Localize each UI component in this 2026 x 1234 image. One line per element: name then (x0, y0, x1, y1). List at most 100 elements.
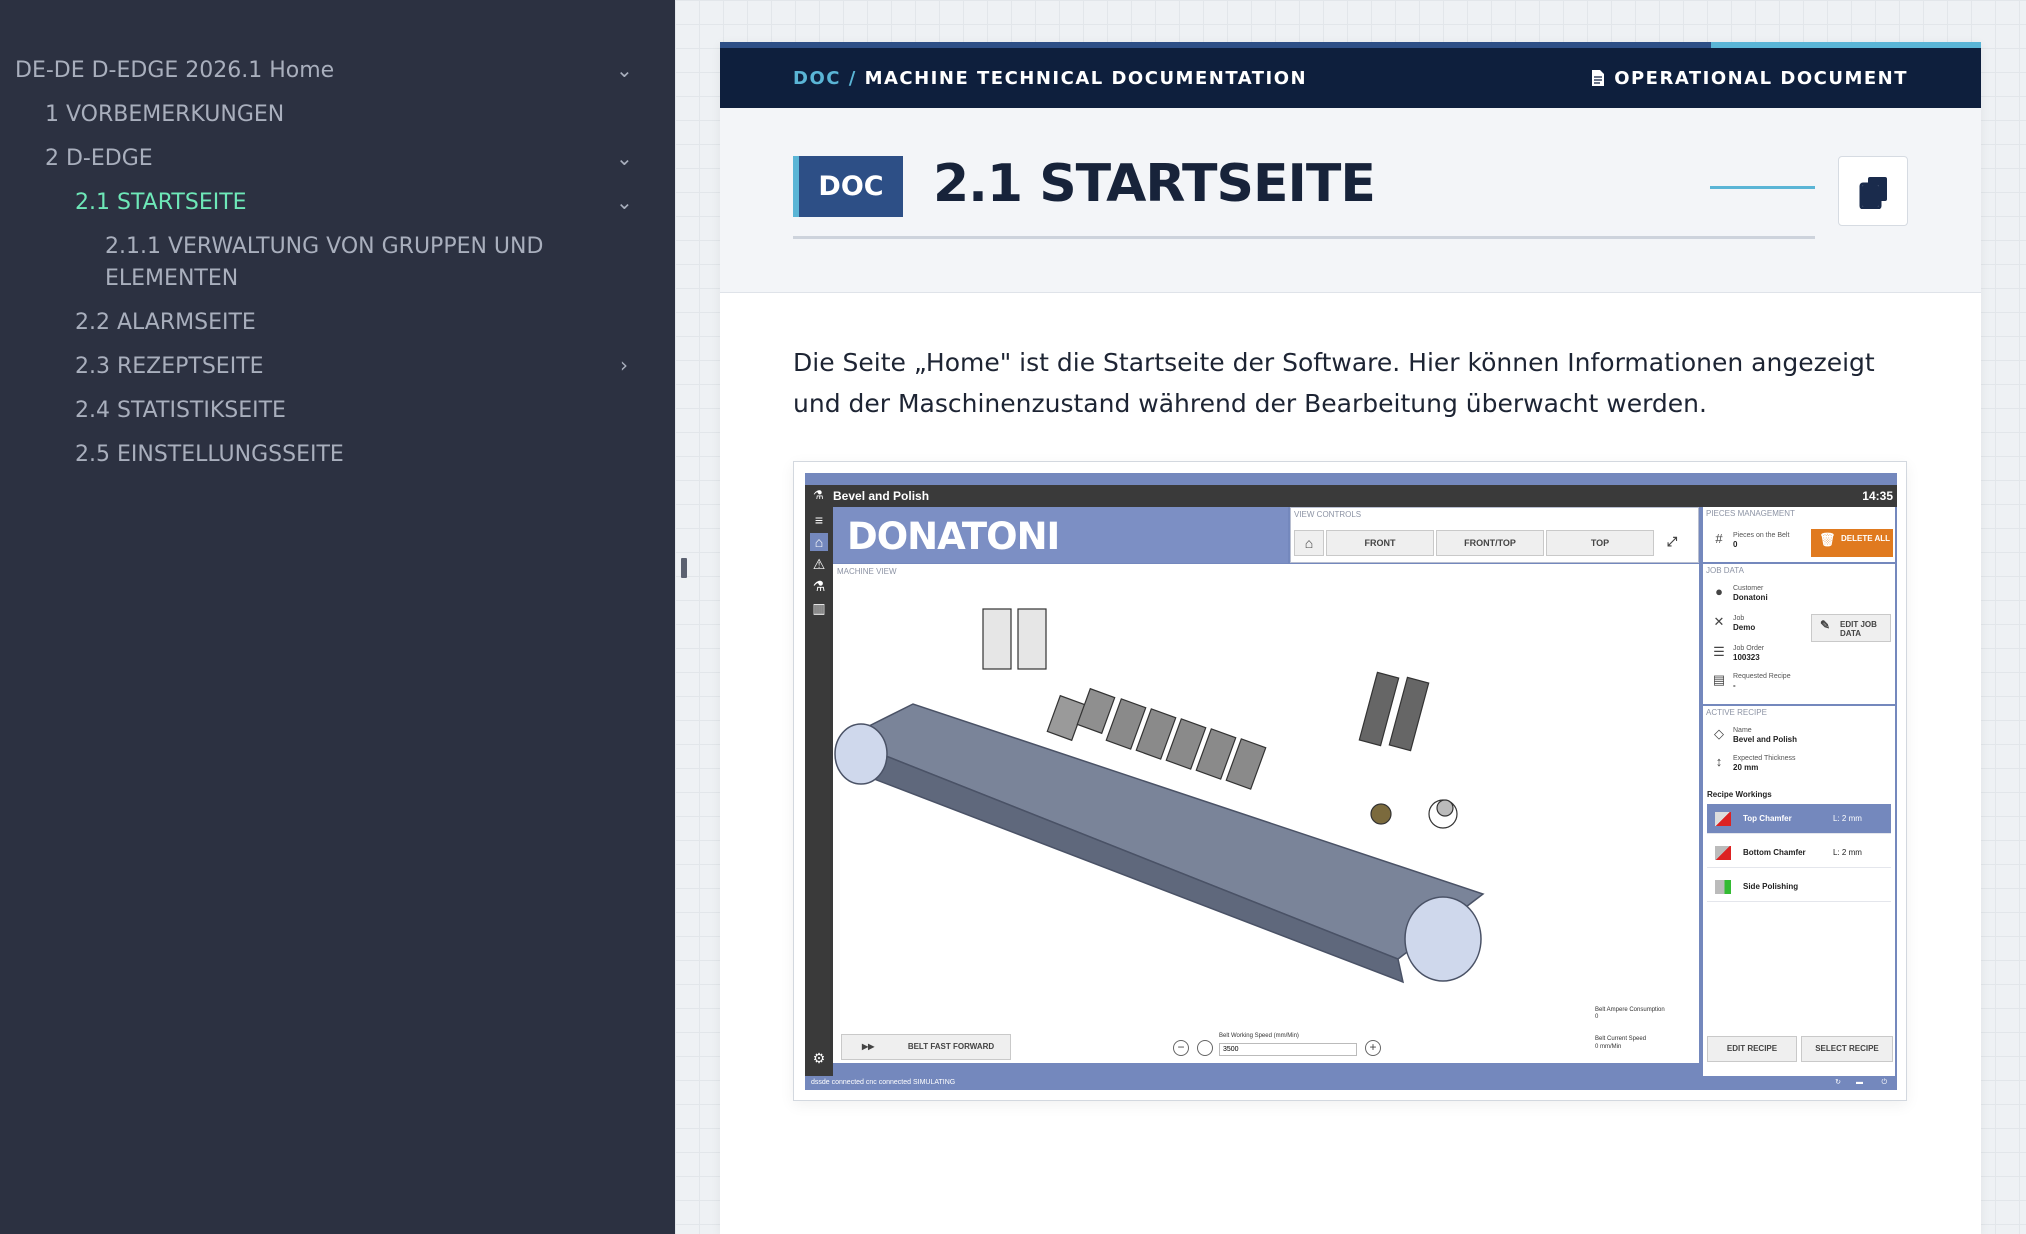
nav-item-rezeptseite[interactable]: 2.3 REZEPTSEITE (75, 351, 264, 383)
logo-band: DONATONI (833, 507, 1288, 563)
nav-item-startseite[interactable]: 2.1 STARTSEITE (75, 187, 247, 219)
delete-all-button[interactable]: 🗑 DELETE ALL (1811, 529, 1893, 557)
nav-item-vorbemerkungen[interactable]: 1 VORBEMERKUNGEN (45, 99, 284, 131)
nav-item-d-edge[interactable]: 2 D-EDGE (45, 143, 153, 175)
belt-current-speed-label: Belt Current Speed (1595, 1036, 1647, 1042)
chevron-right-icon[interactable]: › (620, 353, 628, 377)
requested-recipe-key: Requested Recipe (1733, 673, 1791, 680)
status-text: dssde connected cnc connected SIMULATING (811, 1079, 956, 1086)
working-swatch (1715, 846, 1731, 860)
working-swatch (1715, 880, 1731, 894)
requested-recipe-field: Requested Recipe - (1733, 672, 1791, 690)
chevron-down-icon[interactable]: ⌄ (616, 190, 633, 214)
hash-icon: # (1715, 531, 1723, 546)
app-screenshot: ⚗ Bevel and Polish 14:35 ≡ ⌂ ⚠ ⚗ ▥ ⚙ DON… (805, 473, 1897, 1090)
app-status-bar: dssde connected cnc connected SIMULATING… (805, 1076, 1897, 1090)
breadcrumb-title: MACHINE TECHNICAL DOCUMENTATION (864, 68, 1308, 89)
front-top-view-button[interactable]: FRONT/TOP (1436, 530, 1544, 556)
copy-icon (1859, 177, 1887, 209)
copy-button[interactable] (1838, 156, 1908, 226)
working-value: L: 2 mm (1833, 848, 1862, 857)
speed-plus-icon[interactable]: + (1365, 1040, 1381, 1056)
settings-icon[interactable]: ⚙ (810, 1049, 828, 1067)
job-order-key: Job Order (1733, 645, 1765, 652)
fast-forward-icon: ▶▶ (862, 1042, 875, 1051)
front-view-button[interactable]: FRONT (1326, 530, 1434, 556)
clipboard-icon: ▤ (1712, 672, 1726, 687)
reset-icon[interactable]: ↻ (1835, 1076, 1841, 1090)
recipe-working-row[interactable]: Top Chamfer L: 2 mm (1707, 804, 1891, 834)
top-view-button[interactable]: TOP (1546, 530, 1654, 556)
minimize-icon[interactable]: ▬ (1856, 1076, 1863, 1090)
customer-key: Customer (1733, 585, 1764, 592)
title-divider (793, 236, 1815, 239)
recipe-working-row[interactable]: Side Polishing (1707, 872, 1891, 902)
alarm-icon[interactable]: ⚠ (810, 555, 828, 573)
pieces-on-belt-value: 0 (1733, 540, 1738, 549)
document-type-label: OPERATIONAL DOCUMENT (1614, 68, 1908, 89)
belt-ampere-label: Belt Ampere Consumption (1595, 1007, 1665, 1013)
belt-working-speed-input[interactable]: 3500 (1219, 1043, 1357, 1056)
speed-minus-icon[interactable]: − (1173, 1040, 1189, 1056)
nav-item-statistikseite[interactable]: 2.4 STATISTIKSEITE (75, 395, 286, 427)
recipe-working-row[interactable]: Bottom Chamfer L: 2 mm (1707, 838, 1891, 868)
trash-icon: 🗑 (1819, 532, 1836, 547)
nav-item-alarmseite[interactable]: 2.2 ALARMSEITE (75, 307, 256, 339)
nav-item-einstellungsseite[interactable]: 2.5 EINSTELLUNGSSEITE (75, 439, 344, 471)
pieces-on-belt: Pieces on the Belt 0 (1733, 531, 1789, 549)
edit-recipe-button[interactable]: EDIT RECIPE (1707, 1036, 1797, 1062)
document-type: OPERATIONAL DOCUMENT (1592, 68, 1908, 91)
thickness-key: Expected Thickness (1733, 755, 1796, 762)
home-view-button[interactable]: ⌂ (1294, 530, 1324, 556)
job-data-panel: JOB DATA ● Customer Donatoni ✕ Job Demo … (1703, 564, 1895, 704)
tools-icon: ✕ (1713, 614, 1725, 629)
job-order-value: 100323 (1733, 653, 1760, 662)
thickness-field: Expected Thickness 20 mm (1733, 754, 1796, 772)
intro-paragraph: Die Seite „Home" ist die Startseite der … (793, 348, 1875, 418)
working-name: Top Chamfer (1743, 814, 1792, 823)
user-icon: ● (1715, 584, 1723, 599)
job-field: Job Demo (1733, 614, 1755, 632)
menu-icon[interactable]: ≡ (810, 511, 828, 529)
recipe-icon[interactable]: ⚗ (810, 577, 828, 595)
nav-item-verwaltung-line1: 2.1.1 VERWALTUNG VON GRUPPEN UND (105, 234, 544, 259)
belt-fast-forward-button[interactable]: ▶▶ BELT FAST FORWARD (841, 1034, 1011, 1060)
nav-item-home[interactable]: DE-DE D-EDGE 2026.1 Home (15, 55, 334, 87)
document-topbar: DOC / MACHINE TECHNICAL DOCUMENTATION OP… (720, 42, 1981, 108)
app-clock: 14:35 (1862, 489, 1893, 503)
chevron-down-icon[interactable]: ⌄ (616, 146, 633, 170)
doc-badge: DOC (793, 156, 903, 217)
thickness-icon: ↕ (1715, 754, 1723, 769)
working-name: Bottom Chamfer (1743, 848, 1806, 857)
software-screenshot-figure: ⚗ Bevel and Polish 14:35 ≡ ⌂ ⚠ ⚗ ▥ ⚙ DON… (793, 461, 1907, 1101)
fullscreen-icon[interactable]: ⤢ (1657, 530, 1687, 556)
sidebar-resize-handle[interactable] (681, 558, 687, 578)
nav-item-verwaltung[interactable]: 2.1.1 VERWALTUNG VON GRUPPEN UND ELEMENT… (105, 231, 543, 295)
statistics-icon[interactable]: ▥ (810, 599, 828, 617)
breadcrumb: DOC / MACHINE TECHNICAL DOCUMENTATION (793, 68, 1307, 89)
job-order-field: Job Order 100323 (1733, 644, 1764, 662)
sidebar-nav: DE-DE D-EDGE 2026.1 Home ⌄ 1 VORBEMERKUN… (0, 0, 675, 1234)
home-icon[interactable]: ⌂ (810, 533, 828, 551)
app-right-panel: PIECES MANAGEMENT # Pieces on the Belt 0… (1701, 507, 1897, 1076)
customer-field: Customer Donatoni (1733, 584, 1768, 602)
machine-view: MACHINE VIEW (833, 564, 1699, 1063)
machine-3d-render (834, 608, 1485, 984)
topbar-accent (1711, 42, 1981, 48)
belt-fast-forward-label: BELT FAST FORWARD (907, 1042, 995, 1051)
customer-value: Donatoni (1733, 593, 1768, 602)
breadcrumb-doc[interactable]: DOC (793, 68, 841, 89)
pieces-management-panel: PIECES MANAGEMENT # Pieces on the Belt 0… (1703, 507, 1895, 562)
recipe-name-field: Name Bevel and Polish (1733, 726, 1797, 744)
pieces-management-label: PIECES MANAGEMENT (1706, 509, 1795, 518)
chevron-down-icon[interactable]: ⌄ (616, 58, 633, 82)
power-icon[interactable]: ⏻ (1881, 1076, 1887, 1090)
recipe-name-key: Name (1733, 727, 1752, 734)
app-title: Bevel and Polish (833, 489, 930, 503)
select-recipe-button[interactable]: SELECT RECIPE (1801, 1036, 1893, 1062)
job-data-label: JOB DATA (1706, 566, 1744, 575)
working-swatch (1715, 812, 1731, 826)
document-card: DOC / MACHINE TECHNICAL DOCUMENTATION OP… (720, 42, 1981, 1234)
edit-job-data-button[interactable]: ✎ EDIT JOB DATA (1811, 614, 1891, 642)
breadcrumb-separator: / (840, 68, 865, 89)
